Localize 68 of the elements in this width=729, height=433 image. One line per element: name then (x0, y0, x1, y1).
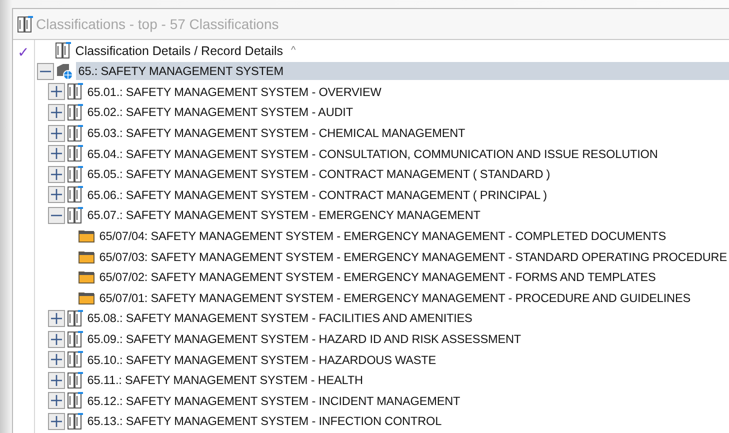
folder-icon (78, 229, 96, 244)
expand-button[interactable] (48, 145, 66, 162)
plus-icon (50, 332, 64, 346)
tree-item[interactable]: 65/07/03: SAFETY MANAGEMENT SYSTEM - EMERGENCY MANAGEMENT - STANDARD OPERATING PROCEDURE (97, 248, 729, 266)
column-header[interactable]: Classification Details / Record Details (75, 44, 284, 58)
tree-item[interactable]: 65.: SAFETY MANAGEMENT SYSTEM (76, 62, 729, 80)
binder-icon (67, 310, 84, 327)
collapse-button[interactable] (37, 62, 54, 80)
plus-icon (50, 147, 64, 160)
binder-icon (67, 186, 84, 204)
expand-button[interactable] (48, 392, 66, 410)
window-title: Classifications - top - 57 Classifications (36, 16, 279, 32)
plus-icon (50, 353, 64, 366)
expand-button[interactable] (48, 351, 66, 368)
binder-icon (67, 145, 84, 162)
tree-item[interactable]: 65.08.: SAFETY MANAGEMENT SYSTEM - FACILITIES AND AMENITIES (85, 309, 474, 328)
expand-button[interactable] (48, 186, 66, 204)
folder-icon (78, 270, 96, 284)
plus-icon (50, 312, 64, 325)
binder-icon (17, 16, 33, 32)
binder-icon (67, 124, 84, 142)
tree-item[interactable]: 65.01.: SAFETY MANAGEMENT SYSTEM - OVERVIEW (85, 82, 384, 101)
binder-icon (55, 42, 72, 59)
plus-icon (50, 106, 64, 119)
cabinet-globe-icon (56, 62, 74, 80)
expand-button[interactable] (48, 310, 66, 327)
binder-icon (67, 412, 84, 430)
tree-item[interactable]: 65.09.: SAFETY MANAGEMENT SYSTEM - HAZARD ID AND RISK ASSESSMENT (85, 330, 523, 348)
expand-button[interactable] (48, 372, 66, 389)
binder-icon (67, 206, 84, 224)
expand-button[interactable] (48, 166, 66, 183)
tree-item[interactable]: 65/07/01: SAFETY MANAGEMENT SYSTEM - EMERGENCY MANAGEMENT - PROCEDURE AND GUIDELINES (97, 288, 692, 307)
folder-icon (78, 290, 96, 305)
binder-icon (67, 372, 84, 389)
collapse-button[interactable] (48, 206, 66, 224)
expand-button[interactable] (48, 330, 66, 348)
expand-button[interactable] (48, 83, 66, 100)
binder-icon (67, 104, 84, 121)
expand-button[interactable] (48, 412, 66, 430)
plus-icon (50, 188, 64, 202)
plus-icon (50, 374, 64, 387)
tree-item[interactable]: 65.10.: SAFETY MANAGEMENT SYSTEM - HAZARDOUS WASTE (85, 350, 438, 369)
plus-icon (50, 168, 64, 181)
tree-item[interactable]: 65/07/04: SAFETY MANAGEMENT SYSTEM - EMERGENCY MANAGEMENT - COMPLETED DOCUMENTS (97, 227, 668, 246)
tree-item[interactable]: 65/07/02: SAFETY MANAGEMENT SYSTEM - EMERGENCY MANAGEMENT - FORMS AND TEMPLATES (97, 268, 658, 286)
checkmark-icon[interactable]: ✓ (18, 44, 30, 60)
binder-icon (67, 166, 84, 183)
tree-item[interactable]: 65.11.: SAFETY MANAGEMENT SYSTEM - HEALTH (85, 371, 365, 390)
tree-item[interactable]: 65.02.: SAFETY MANAGEMENT SYSTEM - AUDIT (85, 103, 355, 122)
tree-item[interactable]: 65.06.: SAFETY MANAGEMENT SYSTEM - CONTRACT MANAGEMENT ( PRINCIPAL ) (85, 186, 549, 204)
binder-icon (67, 330, 84, 348)
tree-item[interactable]: 65.05.: SAFETY MANAGEMENT SYSTEM - CONTRACT MANAGEMENT ( STANDARD ) (85, 165, 552, 184)
expand-button[interactable] (48, 124, 66, 142)
sort-indicator: ^ (291, 45, 296, 56)
tree-item[interactable]: 65.12.: SAFETY MANAGEMENT SYSTEM - INCIDENT MANAGEMENT (85, 392, 462, 410)
tree-item[interactable]: 65.04.: SAFETY MANAGEMENT SYSTEM - CONSULTATION, COMMUNICATION AND ISSUE RESOLUTION (85, 144, 660, 163)
plus-icon (50, 414, 64, 428)
plus-icon (50, 394, 64, 408)
expand-button[interactable] (48, 104, 66, 121)
tree-item[interactable]: 65.03.: SAFETY MANAGEMENT SYSTEM - CHEMICAL MANAGEMENT (85, 124, 468, 142)
binder-icon (67, 83, 84, 100)
binder-icon (67, 351, 84, 368)
binder-icon (67, 392, 84, 410)
tree-item[interactable]: 65.07.: SAFETY MANAGEMENT SYSTEM - EMERGENCY MANAGEMENT (85, 206, 482, 224)
plus-icon (50, 126, 64, 140)
tree-item[interactable]: 65.13.: SAFETY MANAGEMENT SYSTEM - INFECTION CONTROL (85, 412, 444, 430)
plus-icon (50, 85, 64, 98)
folder-icon (78, 250, 96, 264)
